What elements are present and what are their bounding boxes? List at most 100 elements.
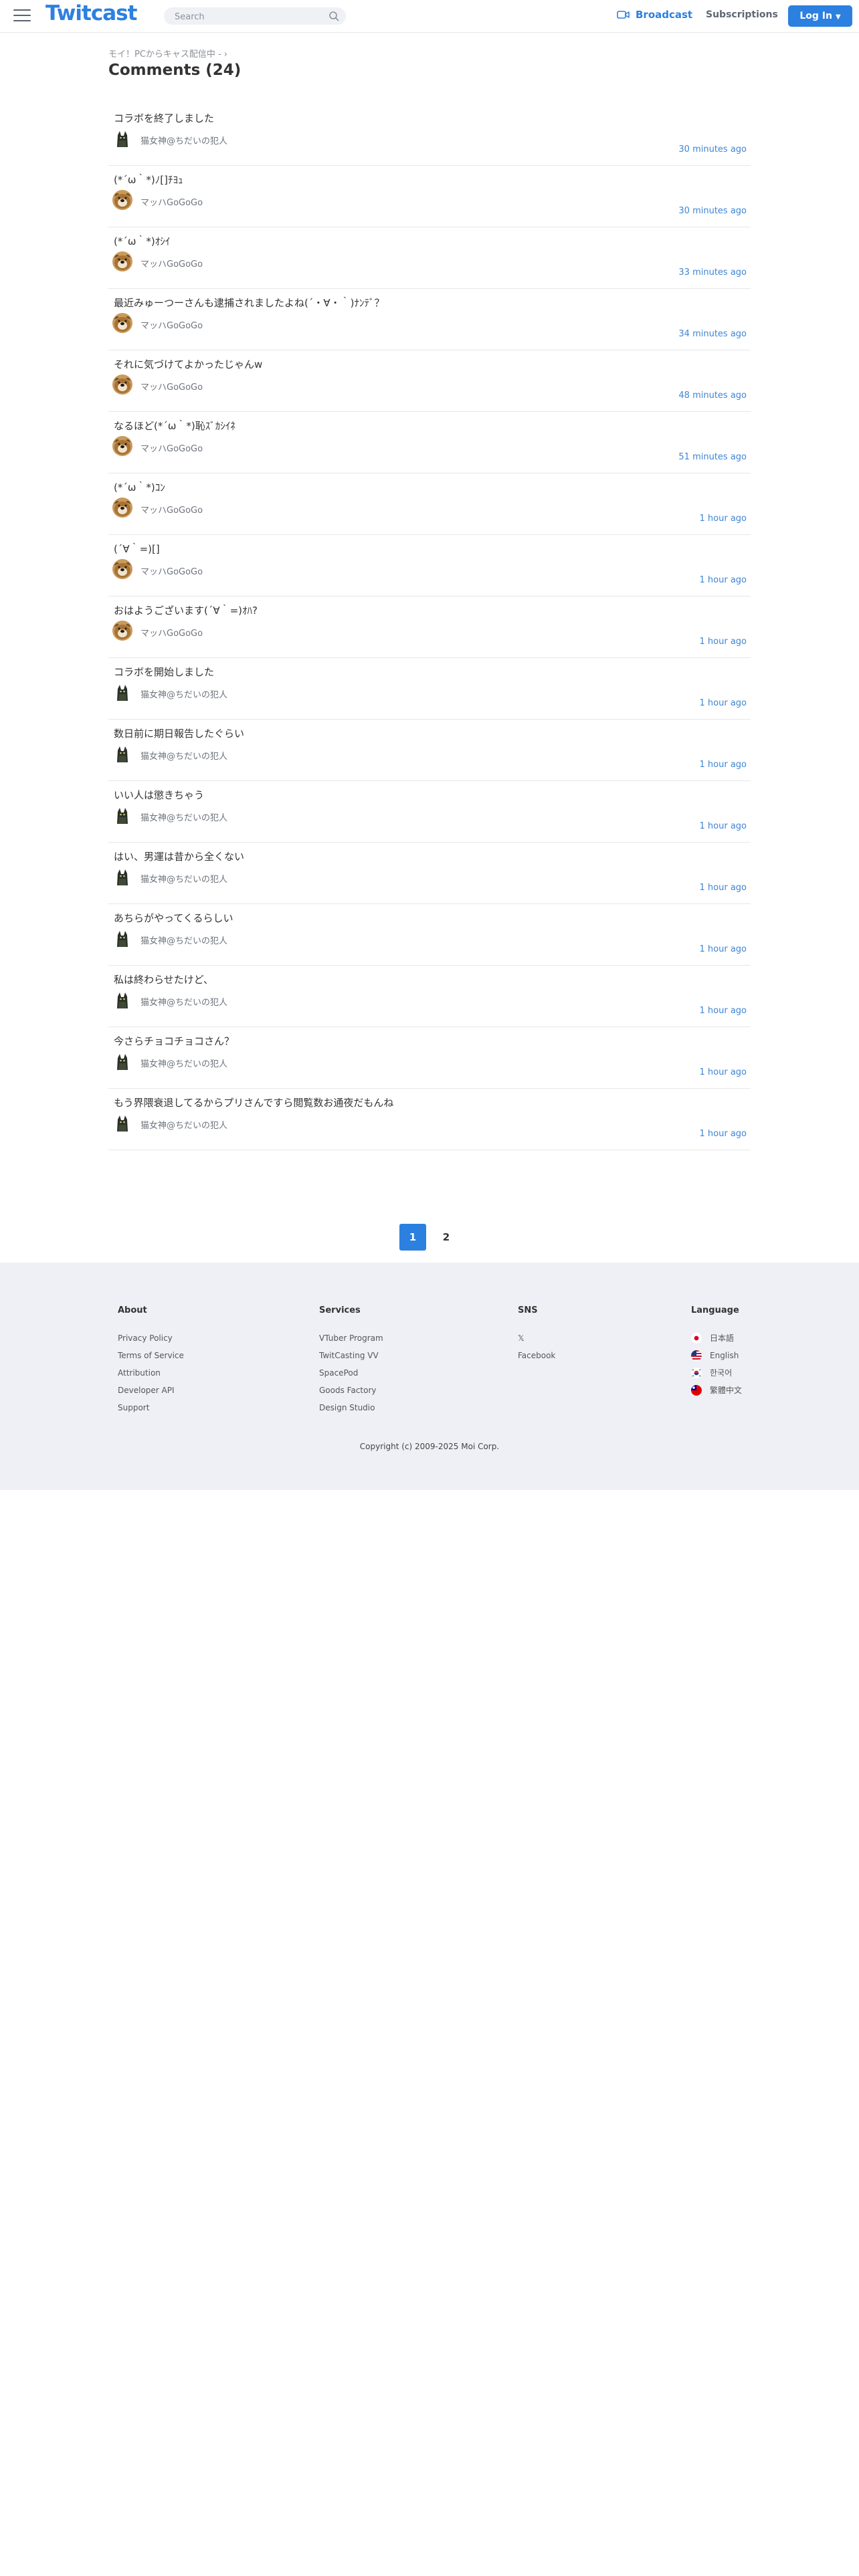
comment-item: おはようございます(´∀｀=)ｵﾊ? マッハGoGoGo 1 hour ago	[108, 597, 751, 658]
comment-timestamp[interactable]: 33 minutes ago	[678, 267, 747, 278]
comment-timestamp[interactable]: 1 hour ago	[700, 944, 747, 954]
footer-link[interactable]: VTuber Program	[319, 1333, 383, 1350]
comment-author[interactable]: 猫女神@ちだいの犯人	[140, 1118, 227, 1131]
dog-avatar-icon[interactable]	[112, 498, 132, 518]
dog-avatar-icon[interactable]	[112, 621, 132, 641]
footer-about-column: About Privacy Policy Terms of Service At…	[118, 1305, 184, 1420]
comment-timestamp[interactable]: 1 hour ago	[700, 1067, 747, 1077]
language-option-english[interactable]: English	[691, 1350, 742, 1368]
cat-avatar-icon[interactable]	[112, 867, 132, 887]
language-option-korean[interactable]: 한국어	[691, 1368, 742, 1385]
comment-timestamp[interactable]: 1 hour ago	[700, 698, 747, 708]
comment-timestamp[interactable]: 34 minutes ago	[678, 329, 747, 339]
breadcrumb-movie-link[interactable]: モイ！PCからキャス配信中 -	[108, 49, 221, 60]
cat-avatar-icon[interactable]	[112, 1113, 132, 1133]
footer-link[interactable]: Privacy Policy	[118, 1333, 184, 1350]
cat-avatar-icon[interactable]	[112, 744, 132, 764]
language-option-traditional-chinese[interactable]: 繁體中文	[691, 1385, 742, 1402]
site-header: Twitcast Broadcast Subscriptions Log In▼	[0, 0, 859, 33]
comment-timestamp[interactable]: 51 minutes ago	[678, 452, 747, 462]
twitcast-logo[interactable]: Twitcast	[45, 1, 137, 25]
comment-author[interactable]: 猫女神@ちだいの犯人	[140, 134, 227, 146]
footer-language-column: Language 日本語 English 한국어 繁體中文	[691, 1305, 742, 1402]
dog-avatar-icon[interactable]	[112, 313, 132, 333]
comment-timestamp[interactable]: 48 minutes ago	[678, 391, 747, 401]
comment-timestamp[interactable]: 1 hour ago	[700, 514, 747, 524]
footer-link[interactable]: Terms of Service	[118, 1350, 184, 1368]
comment-text: それに気づけてよかったじゃんw	[114, 358, 263, 370]
camera-icon	[617, 11, 630, 19]
comment-timestamp[interactable]: 1 hour ago	[700, 1129, 747, 1139]
language-label: 한국어	[710, 1368, 733, 1378]
broadcast-link[interactable]: Broadcast	[617, 9, 692, 21]
pagination: 12	[108, 1224, 751, 1251]
comment-author[interactable]: マッハGoGoGo	[140, 564, 203, 577]
comment-author[interactable]: 猫女神@ちだいの犯人	[140, 995, 227, 1008]
comment-timestamp[interactable]: 1 hour ago	[700, 821, 747, 831]
comment-timestamp[interactable]: 30 minutes ago	[678, 206, 747, 216]
comment-timestamp[interactable]: 1 hour ago	[700, 1006, 747, 1016]
cat-avatar-icon[interactable]	[112, 682, 132, 702]
comment-author[interactable]: 猫女神@ちだいの犯人	[140, 687, 227, 700]
page-button-1[interactable]: 1	[399, 1224, 426, 1251]
flag-japan-icon	[691, 1333, 702, 1344]
comment-author[interactable]: 猫女神@ちだいの犯人	[140, 811, 227, 823]
dog-avatar-icon[interactable]	[112, 436, 132, 456]
comment-text: (*´ω｀*)ｵｼｲ	[114, 235, 171, 247]
footer-sns-column: SNS 𝕏 Facebook	[518, 1305, 555, 1368]
comment-author[interactable]: マッハGoGoGo	[140, 626, 203, 639]
dog-avatar-icon[interactable]	[112, 251, 132, 272]
comment-author[interactable]: 猫女神@ちだいの犯人	[140, 1057, 227, 1069]
footer-link[interactable]: Design Studio	[319, 1402, 383, 1420]
page-button-2[interactable]: 2	[433, 1224, 460, 1251]
hamburger-menu-icon[interactable]	[13, 9, 31, 23]
language-option-japanese[interactable]: 日本語	[691, 1333, 742, 1350]
footer-facebook-link[interactable]: Facebook	[518, 1350, 555, 1368]
comment-author[interactable]: 猫女神@ちだいの犯人	[140, 934, 227, 946]
footer-link[interactable]: Attribution	[118, 1368, 184, 1385]
footer-link[interactable]: TwitCasting VV	[319, 1350, 383, 1368]
cat-avatar-icon[interactable]	[112, 1051, 132, 1071]
dog-avatar-icon[interactable]	[112, 374, 132, 395]
comment-timestamp[interactable]: 30 minutes ago	[678, 144, 747, 154]
language-label: 日本語	[710, 1333, 735, 1343]
dog-avatar-icon[interactable]	[112, 190, 132, 210]
cat-avatar-icon[interactable]	[112, 805, 132, 825]
comment-timestamp[interactable]: 1 hour ago	[700, 637, 747, 647]
search-icon[interactable]	[328, 11, 339, 21]
footer-link[interactable]: SpacePod	[319, 1368, 383, 1385]
comment-author[interactable]: 猫女神@ちだいの犯人	[140, 749, 227, 762]
breadcrumb[interactable]: モイ！PCからキャス配信中 - ›	[108, 47, 751, 60]
comment-item: なるほど(*´ω｀*)恥ｽﾞｶｼｲﾈ マッハGoGoGo 51 minutes ag…	[108, 412, 751, 473]
cat-avatar-icon[interactable]	[112, 128, 132, 148]
comment-author[interactable]: マッハGoGoGo	[140, 318, 203, 331]
comment-timestamp[interactable]: 1 hour ago	[700, 760, 747, 770]
comment-author[interactable]: マッハGoGoGo	[140, 257, 203, 270]
comment-author[interactable]: 猫女神@ちだいの犯人	[140, 872, 227, 885]
comment-author[interactable]: マッハGoGoGo	[140, 195, 203, 208]
comment-text: あちらがやってくるらしい	[114, 912, 233, 924]
footer-x-link[interactable]: 𝕏	[518, 1333, 555, 1350]
dog-avatar-icon[interactable]	[112, 559, 132, 579]
comment-text: コラボを開始しました	[114, 666, 215, 678]
cat-avatar-icon[interactable]	[112, 928, 132, 948]
comment-item: 今さらチョコチョコさん？ 猫女神@ちだいの犯人 1 hour ago	[108, 1027, 751, 1089]
comment-author[interactable]: マッハGoGoGo	[140, 503, 203, 516]
login-button[interactable]: Log In ▼	[788, 5, 852, 27]
search-input[interactable]	[173, 10, 323, 23]
comment-author[interactable]: マッハGoGoGo	[140, 441, 203, 454]
footer-link[interactable]: Developer API	[118, 1385, 184, 1402]
subscriptions-link[interactable]: Subscriptions	[706, 9, 778, 20]
comment-author[interactable]: マッハGoGoGo	[140, 380, 203, 393]
comment-item: (*´ω｀*)ﾉ[]ﾁﾖｭ マッハGoGoGo 30 minutes ago	[108, 166, 751, 227]
flag-us-icon	[691, 1350, 702, 1361]
comment-item: (*´ω｀*)ｺﾝ マッハGoGoGo 1 hour ago	[108, 473, 751, 535]
footer-link[interactable]: Support	[118, 1402, 184, 1420]
comment-timestamp[interactable]: 1 hour ago	[700, 575, 747, 585]
language-label: 繁體中文	[710, 1386, 743, 1395]
search-box[interactable]	[164, 7, 346, 25]
comment-timestamp[interactable]: 1 hour ago	[700, 883, 747, 893]
comment-text: なるほど(*´ω｀*)恥ｽﾞｶｼｲﾈ	[114, 420, 235, 432]
footer-link[interactable]: Goods Factory	[319, 1385, 383, 1402]
cat-avatar-icon[interactable]	[112, 990, 132, 1010]
